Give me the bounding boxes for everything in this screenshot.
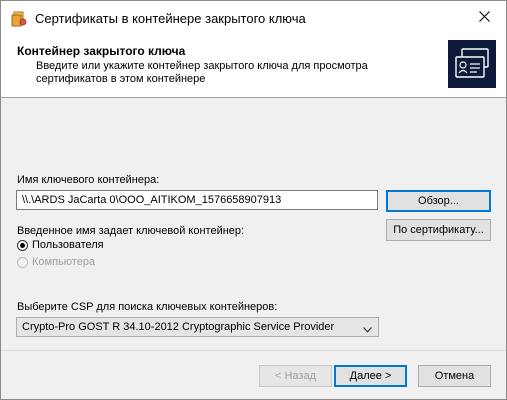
by-certificate-button[interactable]: По сертификату...: [386, 219, 491, 241]
certificate-card-icon: [448, 40, 496, 88]
csp-select-value: Crypto-Pro GOST R 34.10-2012 Cryptograph…: [22, 321, 335, 333]
next-button[interactable]: Далее >: [334, 365, 407, 387]
cancel-button-label: Отмена: [434, 370, 475, 382]
radio-user-label: Пользователя: [32, 239, 104, 251]
cancel-button[interactable]: Отмена: [418, 365, 491, 387]
lookup-label: Введенное имя задает ключевой контейнер:: [17, 225, 245, 237]
radio-computer-indicator: [17, 256, 28, 268]
back-button[interactable]: < Назад: [259, 365, 332, 387]
footer-separator: [1, 350, 506, 351]
csp-select[interactable]: Crypto-Pro GOST R 34.10-2012 Cryptograph…: [16, 317, 379, 337]
header-title: Контейнер закрытого ключа: [17, 44, 186, 58]
radio-user-indicator: [17, 239, 28, 251]
radio-computer: Компьютера: [17, 256, 95, 268]
browse-button[interactable]: Обзор...: [386, 190, 491, 212]
close-icon: [478, 11, 490, 25]
close-button[interactable]: [462, 1, 506, 35]
header-description: Введите или укажите контейнер закрытого …: [36, 60, 368, 85]
browse-button-label: Обзор...: [418, 195, 459, 207]
by-certificate-button-label: По сертификату...: [393, 224, 484, 236]
chevron-down-icon: [363, 324, 372, 336]
radio-computer-label: Компьютера: [32, 256, 96, 268]
title-bar: Сертификаты в контейнере закрытого ключа: [1, 1, 506, 35]
window-title: Сертификаты в контейнере закрытого ключа: [35, 11, 306, 26]
next-button-label: Далее >: [349, 370, 392, 382]
back-button-label: < Назад: [275, 370, 316, 382]
dialog-window: Сертификаты в контейнере закрытого ключа…: [0, 0, 507, 400]
certificate-app-icon: [11, 10, 28, 27]
csp-label: Выберите CSP для поиска ключевых контейн…: [17, 301, 278, 313]
container-name-input[interactable]: \\.\ARDS JaCarta 0\OOO_AITIKOM_157665890…: [16, 190, 378, 210]
wizard-header: Контейнер закрытого ключа Введите или ук…: [1, 35, 506, 98]
container-name-label: Имя ключевого контейнера:: [17, 174, 160, 186]
radio-user[interactable]: Пользователя: [17, 239, 104, 251]
